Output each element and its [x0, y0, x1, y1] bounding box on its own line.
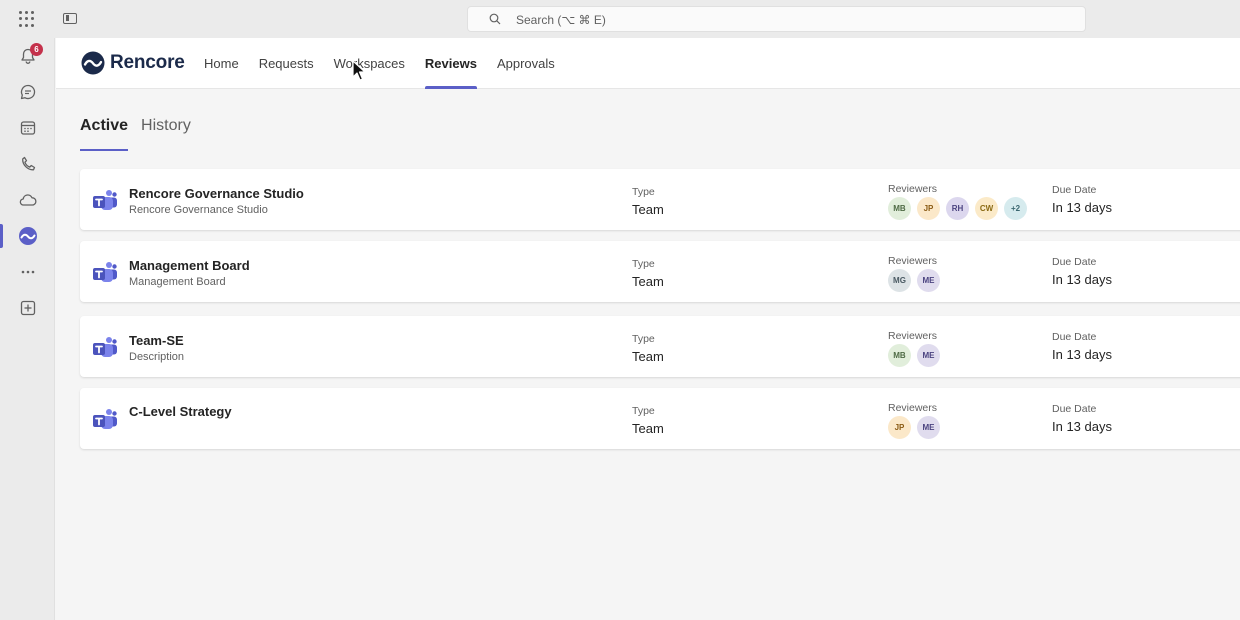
due-date-label: Due Date: [1052, 403, 1097, 415]
reviewer-avatar[interactable]: MG: [888, 269, 911, 292]
tab-active[interactable]: Active: [80, 110, 129, 152]
reviewer-avatar[interactable]: ME: [917, 416, 940, 439]
reviewer-avatar[interactable]: MB: [888, 344, 911, 367]
due-date-label: Due Date: [1052, 184, 1097, 196]
reviewer-avatars: MG ME: [888, 269, 946, 292]
tab-history[interactable]: History: [141, 110, 191, 152]
due-date-value: In 13 days: [1052, 419, 1112, 434]
nav-home[interactable]: Home: [204, 38, 239, 89]
due-date-label: Due Date: [1052, 256, 1097, 268]
reviewer-avatar[interactable]: RH: [946, 197, 969, 220]
review-subtitle: Description: [129, 351, 185, 363]
rail-item-chat[interactable]: [0, 74, 55, 110]
type-value: Team: [632, 202, 664, 217]
type-label: Type: [632, 405, 655, 417]
review-title: C-Level Strategy: [129, 404, 232, 419]
mouse-cursor-icon: [352, 60, 366, 81]
reviewers-label: Reviewers: [888, 402, 938, 414]
due-date-value: In 13 days: [1052, 347, 1112, 362]
reviewer-avatar[interactable]: ME: [917, 344, 940, 367]
reviewer-avatars: JP ME: [888, 416, 946, 439]
reviewer-avatar[interactable]: JP: [888, 416, 911, 439]
due-date-label: Due Date: [1052, 331, 1097, 343]
search-input[interactable]: Search (⌥ ⌘ E): [467, 6, 1086, 32]
teams-icon: [93, 409, 117, 429]
type-label: Type: [632, 333, 655, 345]
review-card[interactable]: C-Level Strategy Type Team Reviewers JP ME Due…: [80, 388, 1240, 449]
more-icon: [21, 270, 34, 274]
rencore-app-icon: [18, 227, 37, 245]
review-card[interactable]: Management Board Management Board Type Team…: [80, 241, 1240, 302]
type-value: Team: [632, 421, 664, 436]
rail-item-activity[interactable]: 6: [0, 38, 55, 74]
reviewer-avatar[interactable]: CW: [975, 197, 998, 220]
review-title: Team-SE: [129, 333, 184, 348]
calendar-icon: [20, 121, 35, 135]
review-card[interactable]: Rencore Governance Studio Rencore Governa…: [80, 169, 1240, 230]
reviewers-label: Reviewers: [888, 183, 938, 195]
due-date-value: In 13 days: [1052, 272, 1112, 287]
review-card[interactable]: Team-SE Description Type Team Reviewers MB ME D…: [80, 316, 1240, 377]
nav-reviews[interactable]: Reviews: [424, 38, 478, 89]
rail-item-rencore[interactable]: [0, 218, 55, 254]
rail-item-add-app[interactable]: [0, 290, 55, 326]
sidebar-toggle-icon[interactable]: [63, 13, 77, 24]
type-label: Type: [632, 186, 655, 198]
nav-workspaces[interactable]: Workspaces: [334, 38, 405, 89]
chat-icon: [20, 84, 35, 100]
phone-icon: [21, 156, 35, 171]
main-nav: Home Requests Workspaces Reviews Approva…: [204, 38, 575, 89]
nav-approvals[interactable]: Approvals: [497, 38, 555, 89]
reviewer-avatar[interactable]: +2: [1004, 197, 1027, 220]
review-subtitle: Rencore Governance Studio: [129, 204, 268, 216]
notification-badge: 6: [30, 43, 43, 56]
reviewers-label: Reviewers: [888, 330, 938, 342]
reviewer-avatars: MB JP RH CW +2: [888, 197, 1033, 220]
main-content: Rencore Home Requests Workspaces Reviews…: [56, 38, 1240, 620]
teams-icon: [93, 262, 117, 282]
rail-item-onedrive[interactable]: [0, 182, 55, 218]
rail-item-calendar[interactable]: [0, 110, 55, 146]
review-subtitle: Management Board: [129, 276, 226, 288]
review-title: Management Board: [129, 258, 250, 273]
title-bar: Search (⌥ ⌘ E): [0, 0, 1240, 38]
reviewers-label: Reviewers: [888, 255, 938, 267]
due-date-value: In 13 days: [1052, 200, 1112, 215]
add-app-icon: [20, 300, 35, 316]
review-tabs: Active History: [80, 110, 204, 152]
reviewer-avatars: MB ME: [888, 344, 946, 367]
reviewer-avatar[interactable]: ME: [917, 269, 940, 292]
brand[interactable]: Rencore: [81, 51, 185, 75]
teams-icon: [93, 337, 117, 357]
search-placeholder: Search (⌥ ⌘ E): [516, 13, 606, 27]
rail-item-calls[interactable]: [0, 146, 55, 182]
rencore-logo-icon: [81, 51, 105, 75]
reviewer-avatar[interactable]: MB: [888, 197, 911, 220]
review-title: Rencore Governance Studio: [129, 186, 304, 201]
type-label: Type: [632, 258, 655, 270]
rail-item-more[interactable]: [0, 254, 55, 290]
nav-requests[interactable]: Requests: [259, 38, 314, 89]
brand-name: Rencore: [110, 52, 185, 73]
search-icon: [489, 13, 501, 25]
app-rail: 6: [0, 38, 55, 620]
cloud-icon: [19, 194, 36, 206]
type-value: Team: [632, 274, 664, 289]
reviewer-avatar[interactable]: JP: [917, 197, 940, 220]
app-launcher-icon[interactable]: [18, 10, 36, 28]
teams-icon: [93, 190, 117, 210]
app-header: Rencore Home Requests Workspaces Reviews…: [56, 38, 1240, 89]
type-value: Team: [632, 349, 664, 364]
